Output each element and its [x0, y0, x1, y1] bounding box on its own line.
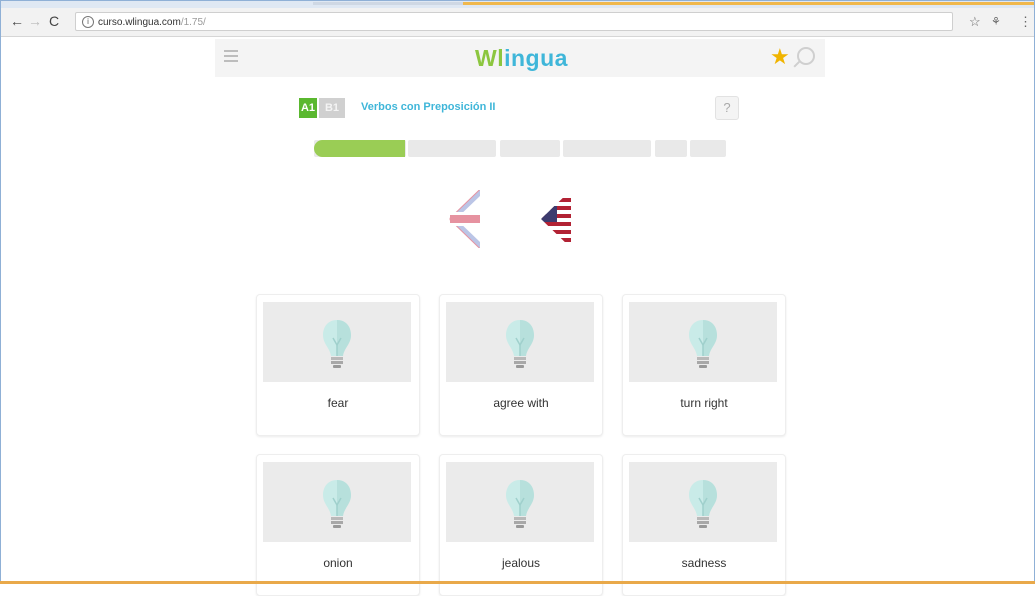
card-image	[629, 302, 777, 382]
level-badge-current[interactable]: A1	[299, 98, 317, 118]
word-card[interactable]: onion	[256, 454, 420, 596]
card-image	[629, 462, 777, 542]
lesson-title: Verbos con Preposición II	[361, 101, 496, 113]
uk-flag-icon[interactable]	[444, 189, 481, 249]
lightbulb-icon	[687, 478, 719, 536]
word-card[interactable]: agree with	[439, 294, 603, 436]
card-image	[263, 462, 411, 542]
logo-wl: Wl	[475, 45, 505, 71]
progress-segment	[690, 140, 726, 157]
card-label: onion	[323, 556, 353, 570]
word-card[interactable]: jealous	[439, 454, 603, 596]
lesson-progress-bar	[314, 140, 726, 157]
word-card[interactable]: turn right	[622, 294, 786, 436]
card-image	[446, 462, 594, 542]
lightbulb-icon	[504, 478, 536, 536]
lightbulb-icon	[687, 318, 719, 376]
lightbulb-icon	[504, 318, 536, 376]
star-icon[interactable]: ★	[770, 44, 790, 70]
help-button[interactable]: ?	[715, 96, 739, 120]
level-badge-next[interactable]: B1	[319, 98, 345, 118]
progress-segment	[500, 140, 560, 157]
lightbulb-icon	[321, 478, 353, 536]
progress-segment	[408, 140, 496, 157]
search-icon[interactable]	[797, 47, 815, 65]
word-card[interactable]: fear	[256, 294, 420, 436]
logo-ingua: ingua	[504, 45, 568, 71]
wlingua-logo[interactable]: Wlingua	[475, 45, 568, 72]
card-image	[263, 302, 411, 382]
card-label: agree with	[493, 396, 549, 410]
card-label: sadness	[681, 556, 727, 570]
card-label: jealous	[501, 556, 541, 570]
lightbulb-icon	[321, 318, 353, 376]
progress-segment	[655, 140, 687, 157]
hamburger-icon[interactable]	[224, 50, 238, 62]
word-card[interactable]: sadness	[622, 454, 786, 596]
app-header: Wlingua ★	[215, 39, 825, 77]
us-flag-icon[interactable]	[541, 190, 577, 248]
card-image	[446, 302, 594, 382]
progress-fill	[314, 140, 405, 157]
progress-segment	[563, 140, 651, 157]
card-label: turn right	[680, 396, 728, 410]
card-label: fear	[327, 396, 349, 410]
